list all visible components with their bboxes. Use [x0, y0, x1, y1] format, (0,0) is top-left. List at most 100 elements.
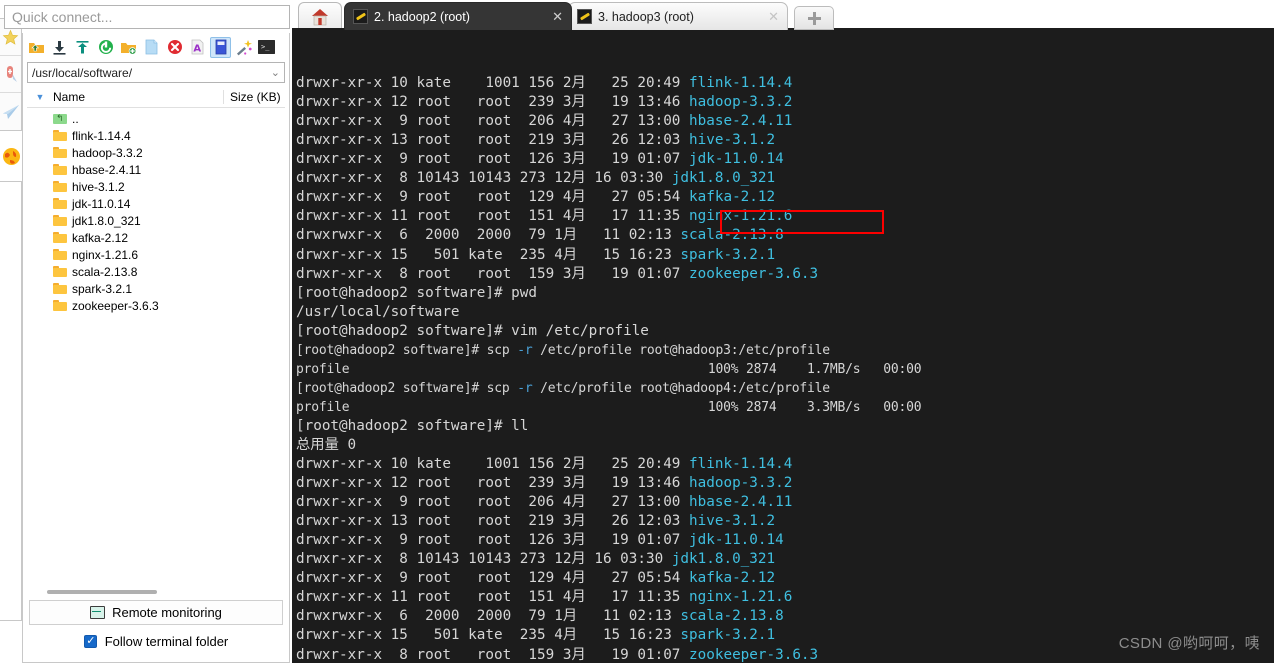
terminal-line: /usr/local/software [296, 303, 1274, 322]
terminal-directory-name: hive-3.1.2 [689, 513, 776, 530]
edit-file-icon[interactable] [210, 36, 231, 58]
close-icon[interactable]: ✕ [762, 9, 779, 25]
new-file-icon[interactable] [141, 37, 162, 58]
download-icon[interactable] [49, 37, 70, 58]
file-name: scala-2.13.8 [72, 264, 138, 279]
list-item[interactable]: zookeeper-3.6.3 [27, 297, 285, 314]
monitor-icon [90, 606, 106, 619]
terminal-line-text: drwxr-xr-x 9 root root 206 4月 27 13:00 [296, 494, 690, 511]
list-item[interactable]: scala-2.13.8 [27, 263, 285, 280]
file-name: nginx-1.21.6 [72, 247, 139, 262]
terminal-line-text: drwxr-xr-x 8 10143 10143 273 12月 16 03:3… [296, 551, 672, 568]
follow-terminal-folder-row[interactable]: Follow terminal folder [23, 634, 289, 649]
terminal-option-flag: -r [517, 342, 533, 358]
list-item[interactable]: nginx-1.21.6 [27, 246, 285, 263]
remote-monitoring-button[interactable]: Remote monitoring [29, 600, 283, 625]
terminal-line-text: drwxr-xr-x 8 10143 10143 273 12月 16 03:3… [296, 170, 672, 187]
terminal-line: drwxr-xr-x 11 root root 151 4月 17 11:35 … [296, 207, 1274, 226]
file-name: kafka-2.12 [72, 230, 129, 245]
terminal-line-text: drwxr-xr-x 12 root root 239 3月 19 13:46 [296, 475, 690, 492]
new-tab-button[interactable] [794, 6, 834, 30]
terminal-line-text: drwxr-xr-x 9 root root 126 3月 19 01:07 [296, 151, 690, 168]
terminal-line-text: drwxrwxr-x 6 2000 2000 79 1月 11 02:13 [296, 608, 681, 625]
folder-icon [53, 215, 67, 226]
refresh-icon[interactable] [95, 37, 116, 58]
list-item[interactable]: hadoop-3.3.2 [27, 144, 285, 161]
follow-terminal-folder-checkbox[interactable] [83, 634, 97, 648]
terminal-line-text: drwxr-xr-x 9 root root 129 4月 27 05:54 [296, 189, 690, 206]
chevron-down-icon[interactable]: ⌄ [271, 66, 280, 79]
tab-label: 2. hadoop2 (root) [374, 9, 470, 24]
terminal-directory-name: hadoop-3.3.2 [689, 475, 793, 492]
current-path-text: /usr/local/software/ [32, 65, 133, 80]
folder-icon [53, 232, 67, 243]
file-name: hbase-2.4.11 [72, 162, 142, 177]
list-item[interactable]: kafka-2.12 [27, 229, 285, 246]
magic-wand-icon[interactable] [233, 37, 254, 58]
terminal-output[interactable]: drwxr-xr-x 10 kate 1001 156 2月 25 20:49 … [292, 34, 1274, 663]
terminal-line-text: drwxr-xr-x 9 root root 129 4月 27 05:54 [296, 570, 690, 587]
watermark-text: CSDN @哟呵呵，咦 [1118, 634, 1260, 652]
folder-icon [53, 181, 67, 192]
terminal-line: drwxrwxr-x 6 2000 2000 79 1月 11 02:13 sc… [296, 226, 1274, 245]
terminal-tab-icon [353, 9, 368, 24]
delete-icon[interactable] [164, 37, 185, 58]
svg-text:>_: >_ [261, 43, 270, 51]
edge-empty-panel [0, 181, 22, 621]
sort-descending-icon[interactable]: ▼ [27, 92, 53, 102]
terminal-line: [root@hadoop2 software]# scp -r /etc/pro… [296, 379, 1274, 398]
send-plane-icon[interactable] [0, 93, 21, 130]
left-edge-toolbar [0, 18, 22, 663]
open-terminal-icon[interactable]: >_ [256, 37, 277, 58]
terminal-line: drwxr-xr-x 9 root root 129 4月 27 05:54 k… [296, 188, 1274, 207]
terminal-directory-name: zookeeper-3.6.3 [689, 646, 819, 663]
terminal-directory-name: jdk1.8.0_321 [671, 551, 776, 568]
list-item[interactable]: jdk1.8.0_321 [27, 212, 285, 229]
folder-icon [53, 300, 67, 311]
globe-icon[interactable] [0, 141, 22, 171]
terminal-line-text: drwxr-xr-x 9 root root 126 3月 19 01:07 [296, 532, 690, 549]
terminal-line-text: profile 100% 2874 3.3MB/s 00:00 [296, 399, 922, 415]
path-dropdown[interactable]: /usr/local/software/ ⌄ [27, 62, 285, 83]
terminal-directory-name: kafka-2.12 [689, 189, 776, 206]
new-folder-icon[interactable] [118, 37, 139, 58]
column-header-name[interactable]: Name [53, 90, 223, 104]
terminal-directory-name: spark-3.2.1 [680, 246, 776, 263]
list-item[interactable]: jdk-11.0.14 [27, 195, 285, 212]
edge-icon-group [0, 18, 22, 131]
quick-connect-input[interactable]: Quick connect... [4, 5, 290, 29]
rename-icon[interactable]: A [187, 37, 208, 58]
upload-icon[interactable] [72, 37, 93, 58]
svg-text:A: A [193, 44, 201, 55]
horizontal-scrollbar[interactable] [47, 590, 157, 594]
terminal-line-text: drwxr-xr-x 8 root root 159 3月 19 01:07 [296, 646, 690, 663]
terminal-line-text: profile 100% 2874 1.7MB/s 00:00 [296, 361, 922, 377]
folder-icon [53, 147, 67, 158]
parent-folder-icon[interactable] [26, 37, 47, 58]
file-name: flink-1.14.4 [72, 128, 131, 143]
file-browser-toolbar: A >_ [23, 33, 289, 61]
tools-knife-icon[interactable] [0, 56, 21, 93]
column-header-size[interactable]: Size (KB) [223, 90, 285, 104]
terminal-directory-name: hbase-2.4.11 [689, 494, 793, 511]
list-item[interactable]: ↰ .. [27, 110, 285, 127]
file-list[interactable]: ↰ .. flink-1.14.4 hadoop-3.3.2 hbase-2.4… [27, 110, 285, 584]
list-item[interactable]: hbase-2.4.11 [27, 161, 285, 178]
file-list-column-headers: ▼ Name Size (KB) [27, 87, 285, 108]
home-tab-button[interactable] [298, 2, 342, 30]
terminal-directory-name: kafka-2.12 [689, 570, 776, 587]
close-icon[interactable]: ✕ [546, 9, 563, 25]
parent-directory-icon: ↰ [53, 113, 67, 124]
terminal-line-text: [root@hadoop2 software]# pwd [296, 284, 538, 301]
folder-icon [53, 164, 67, 175]
follow-terminal-folder-label: Follow terminal folder [104, 634, 229, 649]
list-item[interactable]: spark-3.2.1 [27, 280, 285, 297]
tab-hadoop3[interactable]: 3. hadoop3 (root) ✕ [568, 2, 788, 30]
terminal-line: [root@hadoop2 software]# vim /etc/profil… [296, 322, 1274, 341]
tab-hadoop2[interactable]: 2. hadoop2 (root) ✕ [344, 2, 572, 30]
list-item[interactable]: flink-1.14.4 [27, 127, 285, 144]
terminal-line: drwxr-xr-x 12 root root 239 3月 19 13:46 … [296, 93, 1274, 112]
terminal-line: profile 100% 2874 3.3MB/s 00:00 [296, 398, 1274, 417]
list-item[interactable]: hive-3.1.2 [27, 178, 285, 195]
terminal-line: [root@hadoop2 software]# pwd [296, 284, 1274, 303]
